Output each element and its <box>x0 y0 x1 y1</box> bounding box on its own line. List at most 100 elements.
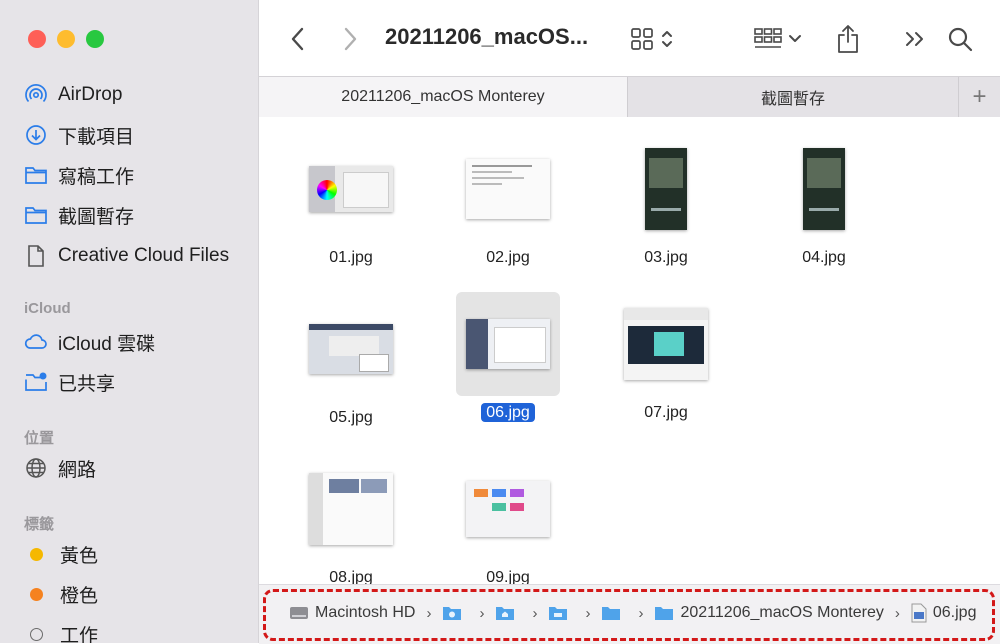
sidebar-item-writing[interactable]: 寫稿工作 <box>24 160 134 190</box>
sidebar-item-label: iCloud 雲碟 <box>58 333 156 355</box>
path-item-folder[interactable] <box>442 605 468 621</box>
sidebar-item-label: 網路 <box>58 459 97 481</box>
file-thumbnail <box>772 137 876 241</box>
file-name: 03.jpg <box>644 249 688 266</box>
download-icon <box>24 123 48 147</box>
tab-macos-monterey[interactable]: 20211206_macOS Monterey <box>259 77 628 117</box>
up-down-chevron-icon <box>662 31 672 47</box>
sidebar-item-tag-yellow[interactable]: 黃色 <box>24 539 98 569</box>
sidebar-item-label: 黃色 <box>60 545 99 567</box>
forward-button[interactable] <box>335 22 365 56</box>
sidebar-item-label: AirDrop <box>58 84 123 105</box>
tag-dot-icon <box>30 547 43 561</box>
sidebar-section-tags: 標籤 <box>24 516 55 533</box>
folder-icon <box>24 163 48 187</box>
sidebar-item-downloads[interactable]: 下載項目 <box>24 120 134 150</box>
close-button[interactable] <box>28 30 46 48</box>
path-item-folder[interactable] <box>548 605 574 621</box>
path-separator: › <box>894 604 900 622</box>
path-separator: › <box>585 604 591 622</box>
hard-drive-icon <box>289 604 309 622</box>
breadcrumb: Macintosh HD › › › › › 20211206_macOS Mo… <box>289 603 976 623</box>
path-separator: › <box>479 604 485 622</box>
file-thumbnail <box>456 292 560 396</box>
file-thumbnail <box>614 292 718 396</box>
group-grid-icon <box>754 28 782 48</box>
path-item-label: 06.jpg <box>932 604 977 621</box>
zoom-button[interactable] <box>86 30 104 48</box>
file-grid: 01.jpg 02.jpg 03.jpg 04.jpg 05.jpg 06.jp… <box>259 117 1000 586</box>
new-tab-button[interactable]: + <box>959 77 1000 117</box>
tag-ring-icon <box>30 627 43 641</box>
path-item-label: Macintosh HD <box>315 604 416 621</box>
shared-folder-icon <box>24 370 48 394</box>
window-controls <box>28 30 104 48</box>
sidebar-item-label: 截圖暫存 <box>58 206 135 228</box>
sidebar-item-label: Creative Cloud Files <box>58 245 230 266</box>
path-item-file[interactable]: 06.jpg <box>911 603 977 623</box>
sidebar-item-network[interactable]: 網路 <box>24 453 96 483</box>
sidebar-item-label: 下載項目 <box>58 126 135 148</box>
folder-icon <box>24 203 48 227</box>
window-title: 20211206_macOS... <box>385 24 589 49</box>
path-item-folder[interactable] <box>495 605 521 621</box>
sidebar-item-label: 工作 <box>60 625 99 644</box>
sidebar-item-creative-cloud[interactable]: Creative Cloud Files <box>24 241 229 271</box>
file-name: 06.jpg <box>446 403 570 422</box>
folder-icon <box>601 605 621 621</box>
more-toolbar-button[interactable] <box>899 22 931 56</box>
sidebar-item-airdrop[interactable]: AirDrop <box>24 80 122 110</box>
cloud-icon <box>24 330 48 354</box>
toolbar: 20211206_macOS... <box>259 0 1000 76</box>
view-mode-button[interactable] <box>625 22 679 56</box>
sidebar-item-shared[interactable]: 已共享 <box>24 367 115 397</box>
file-name: 07.jpg <box>644 404 688 421</box>
share-icon <box>838 25 858 53</box>
path-separator: › <box>532 604 538 622</box>
sidebar-item-label: 寫稿工作 <box>58 166 135 188</box>
file-thumbnail <box>299 457 403 561</box>
sidebar-item-tag-orange[interactable]: 橙色 <box>24 579 98 609</box>
grid-view-icon <box>631 28 653 50</box>
file-thumbnail <box>456 137 560 241</box>
path-item-folder[interactable] <box>601 605 627 621</box>
document-icon <box>24 244 48 268</box>
file-name: 05.jpg <box>329 409 373 426</box>
folder-icon <box>548 605 568 621</box>
tab-bar: 20211206_macOS Monterey 截圖暫存 + <box>259 76 1000 118</box>
search-button[interactable] <box>943 22 977 56</box>
sidebar-section-locations: 位置 <box>24 430 55 447</box>
sidebar-item-tag-work[interactable]: 工作 <box>24 619 98 643</box>
sidebar-item-label: 橙色 <box>60 585 99 607</box>
tag-dot-icon <box>30 587 43 601</box>
chevron-down-icon <box>789 35 801 42</box>
tab-screenshots[interactable]: 截圖暫存 <box>628 77 959 117</box>
minimize-button[interactable] <box>57 30 75 48</box>
sidebar-item-label: 已共享 <box>58 373 116 395</box>
image-file-icon <box>911 603 927 623</box>
double-chevron-right-icon <box>906 32 923 46</box>
tab-label: 截圖暫存 <box>760 91 825 108</box>
globe-icon <box>24 456 48 480</box>
path-separator: › <box>638 604 644 622</box>
chevron-right-icon <box>344 27 357 51</box>
tab-label: 20211206_macOS Monterey <box>341 88 545 105</box>
folder-icon <box>442 605 462 621</box>
share-button[interactable] <box>831 22 865 56</box>
back-button[interactable] <box>283 22 313 56</box>
file-name: 01.jpg <box>329 249 373 266</box>
chevron-left-icon <box>291 27 304 51</box>
path-item-macintosh-hd[interactable]: Macintosh HD <box>289 604 415 622</box>
home-folder-icon <box>495 605 515 621</box>
sidebar-item-screenshots[interactable]: 截圖暫存 <box>24 200 134 230</box>
airdrop-icon <box>24 83 48 107</box>
search-icon <box>948 27 973 52</box>
path-item-label: 20211206_macOS Monterey <box>680 604 884 621</box>
file-thumbnail <box>299 137 403 241</box>
plus-icon: + <box>972 83 987 110</box>
sidebar-item-icloud-drive[interactable]: iCloud 雲碟 <box>24 327 155 357</box>
path-item-monterey-folder[interactable]: 20211206_macOS Monterey <box>654 604 884 622</box>
sidebar: AirDrop 下載項目 寫稿工作 截圖暫存 Creative Cloud Fi… <box>0 0 259 643</box>
file-name: 02.jpg <box>486 249 530 266</box>
group-by-button[interactable] <box>749 22 807 56</box>
